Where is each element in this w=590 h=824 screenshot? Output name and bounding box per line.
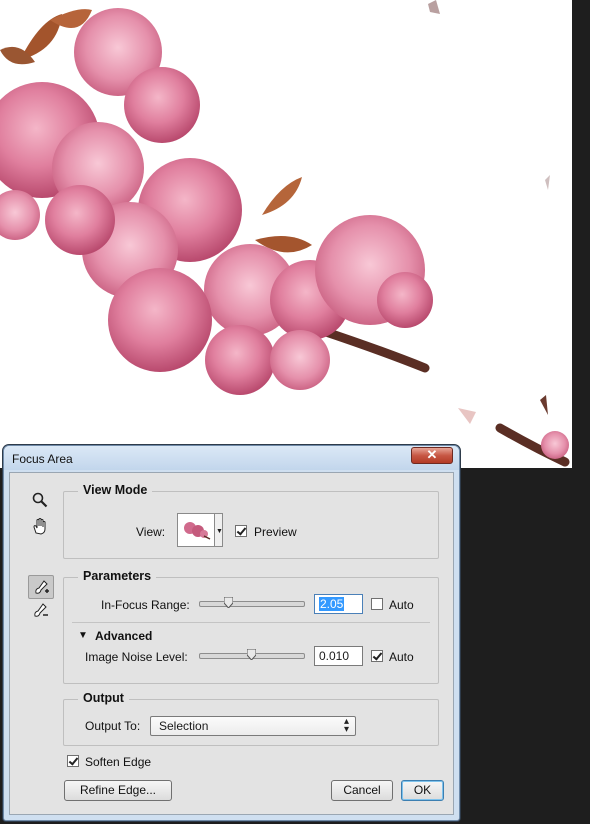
- view-mode-heading: View Mode: [78, 483, 153, 497]
- soften-edge-checkbox[interactable]: [67, 755, 79, 767]
- dialog-title: Focus Area: [12, 452, 73, 466]
- in-focus-range-label: In-Focus Range:: [101, 598, 190, 612]
- output-heading: Output: [78, 691, 129, 705]
- magnifier-icon: [32, 492, 48, 508]
- output-to-select[interactable]: Selection ▴ ▾: [150, 716, 356, 736]
- in-focus-auto-label: Auto: [389, 598, 414, 612]
- hand-tool[interactable]: [28, 515, 52, 537]
- preview-checkbox[interactable]: [235, 525, 247, 537]
- updown-arrows-icon: ▴ ▾: [343, 716, 349, 735]
- cancel-button[interactable]: Cancel: [331, 780, 393, 801]
- parameters-group: Parameters In-Focus Range: 2.05 Auto ▼ A…: [63, 569, 439, 684]
- soften-edge-label: Soften Edge: [85, 755, 152, 769]
- output-to-value: Selection: [159, 719, 209, 733]
- title-bar[interactable]: Focus Area ✕: [4, 446, 459, 470]
- in-focus-range-input[interactable]: 2.05: [314, 594, 363, 614]
- slider-thumb[interactable]: [224, 597, 233, 608]
- view-label: View:: [136, 525, 166, 539]
- zoom-tool[interactable]: [28, 489, 52, 511]
- refine-edge-button[interactable]: Refine Edge...: [64, 780, 172, 801]
- view-mode-thumbnail[interactable]: [177, 513, 215, 547]
- preview-label: Preview: [254, 525, 297, 539]
- slider-thumb[interactable]: [247, 649, 256, 660]
- blossom-thumbnail-icon: [184, 522, 211, 540]
- image-noise-slider[interactable]: [199, 649, 305, 660]
- brush-subtract-icon: [34, 603, 48, 617]
- advanced-disclosure-triangle-icon[interactable]: ▼: [78, 630, 88, 641]
- parameters-heading: Parameters: [78, 569, 157, 583]
- close-icon: ✕: [426, 447, 438, 462]
- output-to-label: Output To:: [85, 719, 141, 733]
- output-group: Output Output To: Selection ▴ ▾: [63, 691, 439, 746]
- dialog-body: View Mode View: ▼ Preview Parameters In-…: [9, 472, 454, 815]
- image-noise-auto-checkbox[interactable]: [371, 650, 383, 662]
- ok-button[interactable]: OK: [401, 780, 444, 801]
- focus-area-subtract-tool[interactable]: [28, 599, 52, 621]
- advanced-label[interactable]: Advanced: [95, 629, 152, 643]
- image-canvas[interactable]: [0, 0, 572, 468]
- hand-icon: [33, 518, 46, 535]
- view-mode-group: View Mode View: ▼ Preview: [63, 483, 439, 559]
- in-focus-auto-checkbox[interactable]: [371, 598, 383, 610]
- cherry-blossom-image: [0, 0, 570, 467]
- focus-area-dialog: Focus Area ✕ View Mode View: ▼ Preview P…: [3, 445, 460, 821]
- triangle-down-icon: ▼: [216, 528, 223, 535]
- in-focus-range-slider[interactable]: [199, 597, 305, 608]
- view-mode-dropdown[interactable]: ▼: [215, 513, 223, 547]
- focus-area-add-tool[interactable]: [28, 575, 54, 599]
- image-noise-input[interactable]: 0.010: [314, 646, 363, 666]
- image-noise-label: Image Noise Level:: [85, 650, 188, 664]
- image-noise-auto-label: Auto: [389, 650, 414, 664]
- divider: [72, 622, 430, 623]
- close-button[interactable]: ✕: [411, 447, 453, 464]
- brush-add-icon: [35, 580, 49, 594]
